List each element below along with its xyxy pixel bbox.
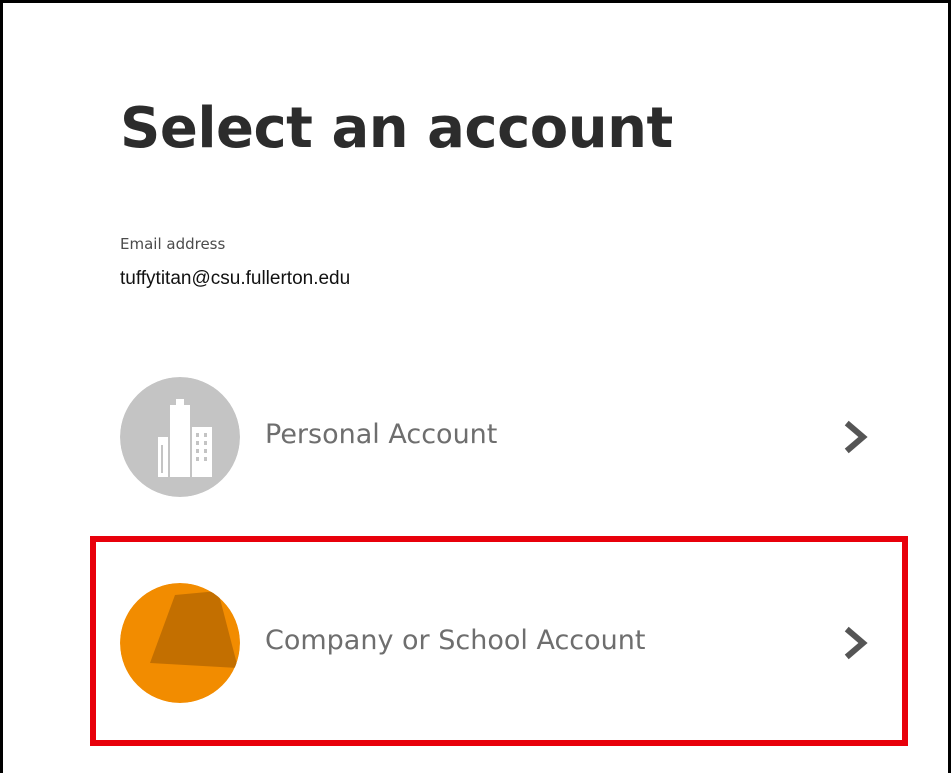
chevron-right-icon (844, 626, 868, 660)
chevron-right-icon (844, 420, 868, 454)
building-icon (120, 377, 240, 497)
company-school-account-label: Company or School Account (265, 625, 646, 656)
email-value: tuffytitan@csu.fullerton.edu (120, 268, 351, 289)
school-account-icon (120, 583, 240, 703)
page-title: Select an account (120, 96, 673, 161)
personal-account-label: Personal Account (265, 419, 498, 450)
personal-account-option[interactable]: Personal Account (120, 377, 875, 502)
company-school-account-option[interactable]: Company or School Account (120, 583, 875, 708)
email-label: Email address (120, 235, 226, 253)
page-frame: Select an account Email address tuffytit… (0, 0, 951, 773)
